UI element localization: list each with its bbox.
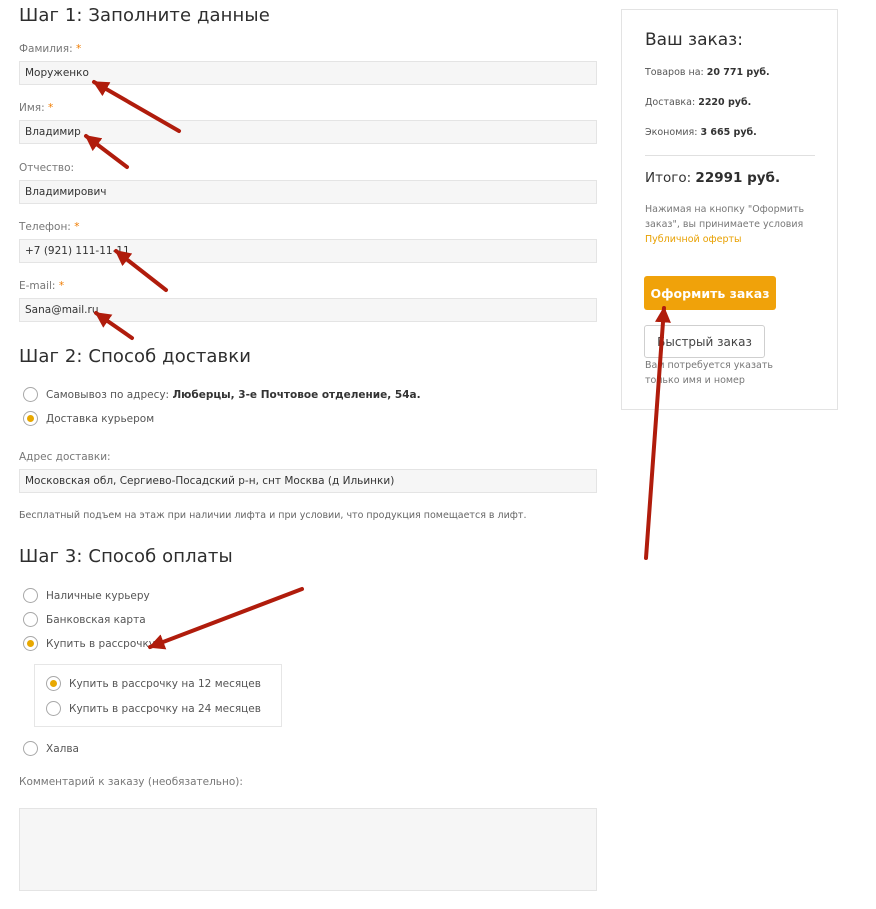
email-label: E-mail: * <box>19 280 65 292</box>
radio-button[interactable] <box>23 387 38 402</box>
required-mark: * <box>75 43 82 55</box>
delivery-option-label: Самовывоз по адресу: Люберцы, 3-е Почтов… <box>46 388 421 401</box>
payment-option-label: Наличные курьеру <box>46 589 150 602</box>
delivery-cost: Доставка: 2220 руб. <box>645 97 752 108</box>
radio-button-checked[interactable] <box>46 676 61 691</box>
comment-label: Комментарий к заказу (необязательно): <box>19 776 243 788</box>
required-mark: * <box>74 221 80 233</box>
payment-option-cash[interactable]: Наличные курьеру <box>23 588 150 603</box>
place-order-button[interactable]: Оформить заказ <box>644 276 776 310</box>
payment-option-installment[interactable]: Купить в рассрочку <box>23 636 155 651</box>
address-input[interactable]: Московская обл, Сергиево-Посадский р-н, … <box>19 469 597 493</box>
step2-title: Шаг 2: Способ доставки <box>19 346 252 367</box>
arrow-to-installment <box>148 587 304 650</box>
phone-input[interactable]: +7 (921) 111-11-11 <box>19 239 597 263</box>
email-input[interactable]: Sana@mail.ru <box>19 298 597 322</box>
radio-button[interactable] <box>46 701 61 716</box>
step3-title: Шаг 3: Способ оплаты <box>19 546 233 567</box>
radio-button-checked[interactable] <box>23 636 38 651</box>
installment-options-box <box>34 664 282 727</box>
step1-title: Шаг 1: Заполните данные <box>19 5 270 26</box>
delivery-option-label: Доставка курьером <box>46 412 155 425</box>
comment-textarea[interactable] <box>19 808 597 891</box>
terms-text: Нажимая на кнопку "Оформить заказ", вы п… <box>645 202 825 247</box>
public-offer-link[interactable]: Публичной оферты <box>645 232 825 247</box>
patronymic-label: Отчество: <box>19 162 75 174</box>
radio-button-checked[interactable] <box>23 411 38 426</box>
radio-button[interactable] <box>23 612 38 627</box>
delivery-option-courier[interactable]: Доставка курьером <box>23 411 154 426</box>
name-label: Имя: * <box>19 102 54 114</box>
required-mark: * <box>58 280 65 292</box>
delivery-option-pickup[interactable]: Самовывоз по адресу: Люберцы, 3-е Почтов… <box>23 387 421 402</box>
surname-label: Фамилия: * <box>19 43 82 55</box>
address-label: Адрес доставки: <box>19 451 111 463</box>
installment-12-months[interactable]: Купить в рассрочку на 12 месяцев <box>46 676 261 691</box>
payment-option-card[interactable]: Банковская карта <box>23 612 146 627</box>
payment-option-label: Банковская карта <box>46 613 146 626</box>
installment-24-months[interactable]: Купить в рассрочку на 24 месяцев <box>46 701 261 716</box>
patronymic-input[interactable]: Владимирович <box>19 180 597 204</box>
radio-button[interactable] <box>23 588 38 603</box>
divider <box>645 155 815 156</box>
required-mark: * <box>47 102 54 114</box>
payment-option-label: Купить в рассрочку <box>46 637 156 650</box>
phone-label: Телефон: * <box>19 221 80 233</box>
payment-option-halva[interactable]: Халва <box>23 741 79 756</box>
installment-option-label: Купить в рассрочку на 12 месяцев <box>69 677 261 690</box>
lift-note: Бесплатный подъем на этаж при наличии ли… <box>19 510 527 521</box>
payment-option-label: Халва <box>46 742 79 755</box>
name-input[interactable]: Владимир <box>19 120 597 144</box>
quick-order-button[interactable]: Быстрый заказ <box>644 325 765 358</box>
goods-total: Товаров на: 20 771 руб. <box>645 67 770 78</box>
quick-order-note: Вам потребуется указать только имя и ном… <box>645 360 773 386</box>
order-title: Ваш заказ: <box>645 30 743 50</box>
order-summary-panel: Ваш заказ: Товаров на: 20 771 руб. Доста… <box>621 9 838 410</box>
installment-option-label: Купить в рассрочку на 24 месяцев <box>69 702 261 715</box>
radio-button[interactable] <box>23 741 38 756</box>
order-total: Итого: 22991 руб. <box>645 170 781 186</box>
surname-input[interactable]: Моруженко <box>19 61 597 85</box>
savings: Экономия: 3 665 руб. <box>645 127 757 138</box>
